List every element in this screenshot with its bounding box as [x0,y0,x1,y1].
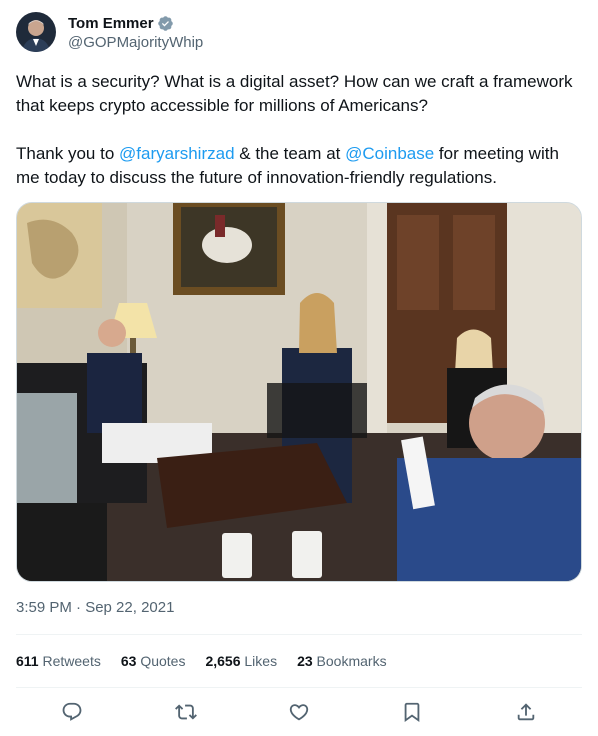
tweet-text-segment: & the team at [234,144,346,163]
bookmarks-label: Bookmarks [316,653,387,669]
handle[interactable]: @GOPMajorityWhip [68,34,203,51]
tweet-paragraph-1: What is a security? What is a digital as… [16,72,573,115]
divider [16,634,582,635]
tweet-paragraph-2: Thank you to @faryarshirzad & the team a… [16,142,582,190]
retweet-icon [175,704,197,720]
like-button[interactable] [285,698,313,726]
bookmark-button[interactable] [398,698,426,726]
avatar[interactable] [16,12,56,52]
likes-count: 2,656 [205,653,241,669]
tweet-photo[interactable] [16,202,582,582]
likes-stat[interactable]: 2,656 Likes [205,653,277,669]
display-name[interactable]: Tom Emmer [68,15,154,32]
heart-icon [289,704,309,721]
mention-link-faryarshirzad[interactable]: @faryarshirzad [119,144,235,163]
tweet-header: Tom Emmer @GOPMajorityWhip [16,12,203,52]
share-icon [517,703,535,721]
quotes-count: 63 [120,653,137,669]
tweet-text: What is a security? What is a digital as… [16,70,582,190]
reply-button[interactable] [58,698,86,726]
likes-label: Likes [244,653,278,669]
tweet-timestamp[interactable]: 3:59 PM · Sep 22, 2021 [16,599,174,616]
verified-badge-icon [157,15,174,32]
retweets-stat[interactable]: 611 Retweets [16,653,101,669]
reply-icon [62,702,82,721]
tweet-text-segment: Thank you to [16,144,120,163]
engagement-stats: 611 Retweets 63 Quotes 2,656 Likes 23 Bo… [16,653,407,669]
retweets-count: 611 [16,653,39,669]
mention-link-coinbase[interactable]: @Coinbase [345,144,434,163]
share-button[interactable] [512,698,540,726]
bookmark-icon [404,702,420,723]
bookmarks-count: 23 [297,653,313,669]
retweet-button[interactable] [172,698,200,726]
quotes-stat[interactable]: 63 Quotes [121,653,186,669]
bookmarks-stat[interactable]: 23 Bookmarks [297,653,387,669]
divider [16,687,582,688]
quotes-label: Quotes [140,653,186,669]
action-bar [16,698,582,726]
retweets-label: Retweets [42,653,101,669]
